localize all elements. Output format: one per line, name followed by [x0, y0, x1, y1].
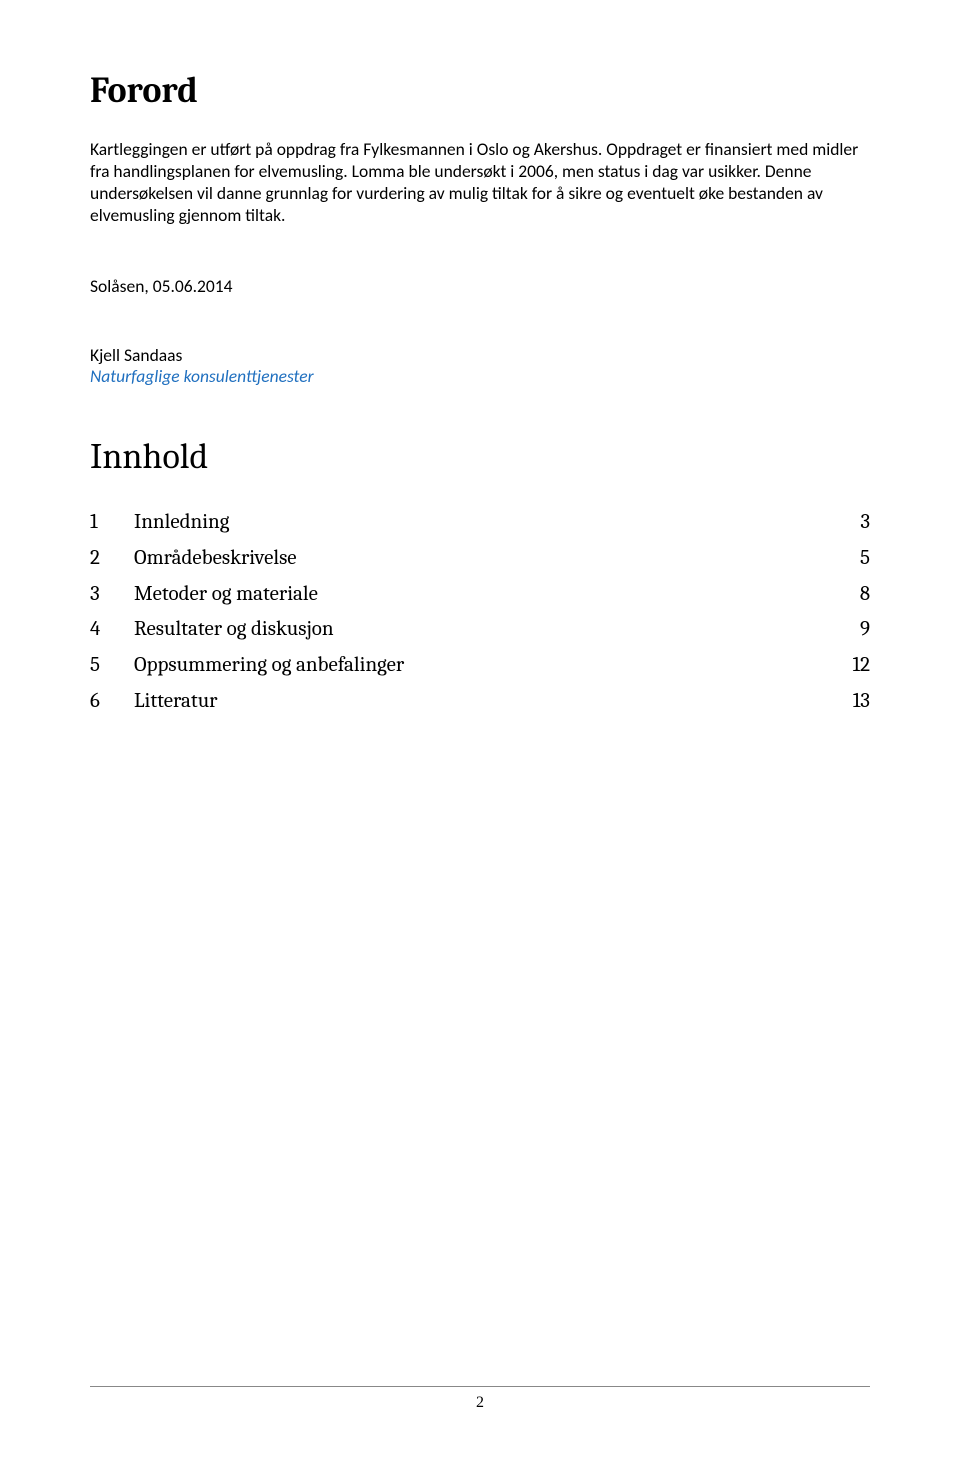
toc-item: 3 Metoder og materiale 8	[90, 577, 870, 613]
toc-item-title: Metoder og materiale	[134, 577, 820, 613]
toc-item-num: 3	[90, 577, 134, 613]
page-footer: 2	[90, 1386, 870, 1412]
author-name: Kjell Sandaas	[90, 345, 870, 367]
footer-divider	[90, 1386, 870, 1387]
toc-item-num: 4	[90, 612, 134, 648]
toc-item-page: 12	[820, 648, 870, 684]
toc-item: 6 Litteratur 13	[90, 684, 870, 720]
toc-item-title: Resultater og diskusjon	[134, 612, 820, 648]
toc-item-num: 1	[90, 505, 134, 541]
toc-item-title: Innledning	[134, 505, 820, 541]
toc-item-title: Oppsummering og anbefalinger	[134, 648, 820, 684]
toc-item: 5 Oppsummering og anbefalinger 12	[90, 648, 870, 684]
toc-item-page: 5	[820, 541, 870, 577]
innhold-heading: Innhold	[90, 436, 870, 477]
toc-item-page: 9	[820, 612, 870, 648]
forord-dateline: Solåsen, 05.06.2014	[90, 275, 870, 297]
page-number: 2	[476, 1394, 484, 1411]
toc-item-title: Litteratur	[134, 684, 820, 720]
toc-item-num: 6	[90, 684, 134, 720]
toc-item: 4 Resultater og diskusjon 9	[90, 612, 870, 648]
toc-item-num: 2	[90, 541, 134, 577]
toc-item: 2 Områdebeskrivelse 5	[90, 541, 870, 577]
toc-item-title: Områdebeskrivelse	[134, 541, 820, 577]
toc-item-num: 5	[90, 648, 134, 684]
toc-item-page: 8	[820, 577, 870, 613]
toc-list: 1 Innledning 3 2 Områdebeskrivelse 5 3 M…	[90, 505, 870, 719]
author-org: Naturfaglige konsulenttjenester	[90, 366, 870, 388]
toc-item: 1 Innledning 3	[90, 505, 870, 541]
toc-item-page: 13	[820, 684, 870, 720]
forord-paragraph: Kartleggingen er utført på oppdrag fra F…	[90, 139, 870, 227]
forord-heading: Forord	[90, 70, 870, 111]
toc-item-page: 3	[820, 505, 870, 541]
